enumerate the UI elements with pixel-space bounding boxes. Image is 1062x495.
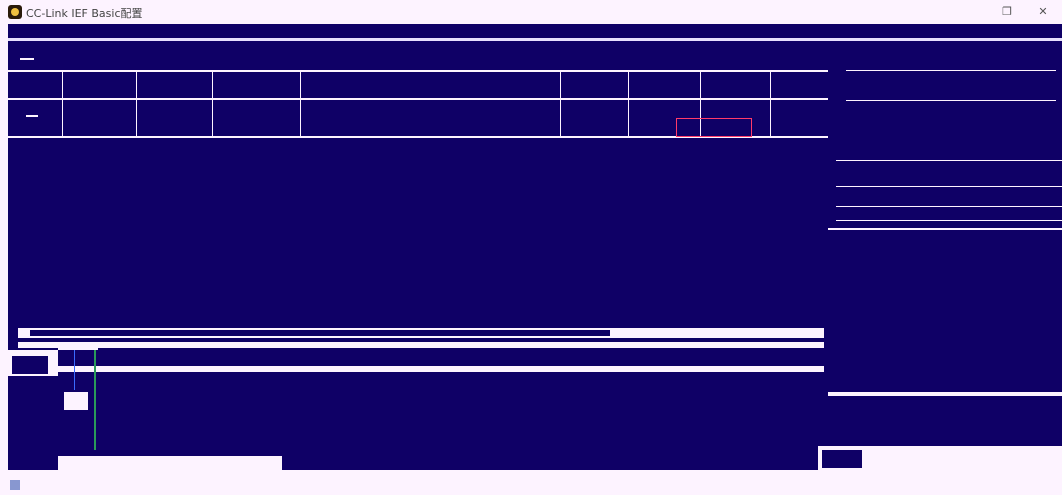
maximize-icon[interactable]: ❐ (996, 4, 1018, 20)
lower-item[interactable] (64, 392, 88, 410)
prop-line (846, 100, 1056, 101)
tick (26, 115, 38, 117)
toolbar-divider (8, 38, 1062, 41)
header-line-bottom (8, 98, 828, 100)
col-sep (560, 70, 561, 138)
col-sep (136, 70, 137, 138)
lower-cursor-line (74, 350, 75, 390)
properties-divider (828, 228, 1062, 230)
status-bar (0, 470, 1062, 495)
lower-divider (58, 366, 824, 372)
close-icon[interactable]: ✕ (1032, 4, 1054, 20)
status-icon (10, 480, 20, 490)
toolbar-strip (8, 24, 388, 38)
prop-line (846, 70, 1056, 71)
right-lower-divider (828, 392, 1062, 396)
col-sep (770, 70, 771, 138)
lower-tab-line (58, 348, 98, 350)
title-bar: CC-Link IEF Basic配置 ❐ ✕ (0, 0, 1062, 24)
prop-line (836, 206, 1062, 207)
col-sep (628, 70, 629, 138)
app-icon (8, 5, 22, 19)
lower-left-inner (12, 356, 48, 374)
col-sep (300, 70, 301, 138)
scrollbar-thumb[interactable] (30, 330, 610, 336)
header-line-top (8, 70, 828, 72)
right-lower-inner (822, 450, 862, 468)
lower-splitter[interactable] (94, 350, 96, 450)
selected-cell[interactable] (676, 118, 752, 137)
col-sep (62, 70, 63, 138)
col-sep (212, 70, 213, 138)
prop-line (836, 220, 1062, 221)
tick (20, 58, 34, 60)
prop-line (836, 160, 1062, 161)
prop-line (836, 186, 1062, 187)
scroll-track (18, 342, 824, 348)
lower-status-box (58, 456, 282, 470)
window-title: CC-Link IEF Basic配置 (26, 7, 143, 20)
